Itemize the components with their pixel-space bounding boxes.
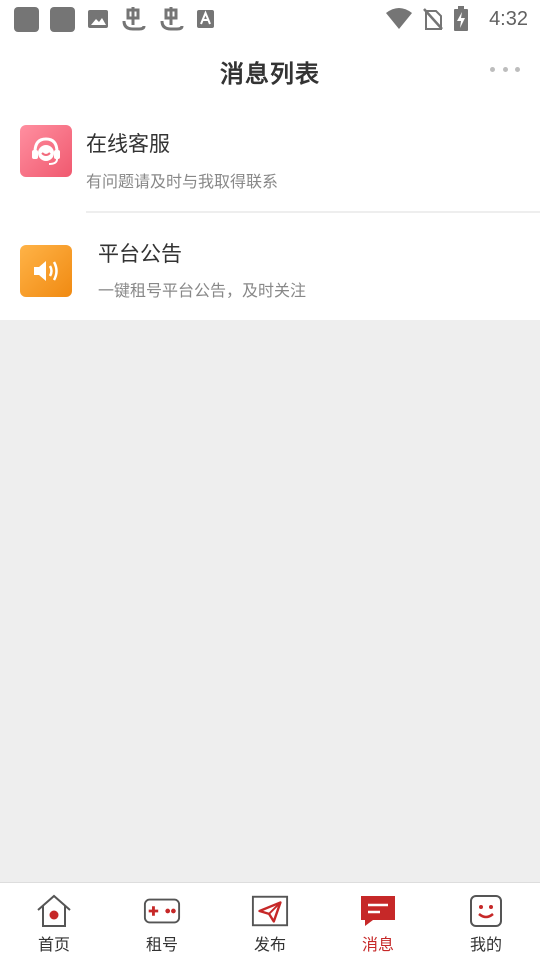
status-left-icons [14,6,226,32]
gamepad-icon [143,893,181,929]
speaker-icon [20,245,72,297]
nav-label: 首页 [37,935,70,954]
nav-label: 我的 [469,935,502,954]
home-icon [35,893,73,929]
message-icon [359,893,397,929]
bug-icon [158,6,186,32]
nav-label: 消息 [361,935,394,954]
status-time: 4:32 [489,7,528,30]
notification-square-icon [14,6,39,32]
nav-label: 发布 [253,935,286,954]
message-title: 平台公告 [98,242,182,266]
message-item-customer-service[interactable]: 在线客服 有问题请及时与我取得联系 [0,102,540,211]
nav-item-publish[interactable]: 发布 [216,883,324,960]
battery-charging-icon [453,6,469,32]
image-icon [86,7,110,31]
status-right-icons: 4:32 [385,6,528,32]
screen: 4:32 消息列表 在线客服 有问题请及时与我取得联系 平台公告 一键租号平台公… [0,0,540,960]
page-title: 消息列表 [220,60,320,88]
nav-label: 租号 [145,935,178,954]
message-subtitle: 有问题请及时与我取得联系 [86,172,279,191]
bottom-nav: 首页 租号 发布 消息 我的 [0,882,540,960]
send-icon [251,893,289,929]
nav-item-home[interactable]: 首页 [0,883,108,960]
smiley-icon [467,893,505,929]
message-item-announcement[interactable]: 平台公告 一键租号平台公告，及时关注 [0,211,540,320]
message-title: 在线客服 [86,132,170,156]
nav-item-messages[interactable]: 消息 [324,883,432,960]
bug-icon [120,6,148,32]
customer-service-icon [20,125,72,177]
header: 消息列表 [0,38,540,102]
nav-item-rent[interactable]: 租号 [108,883,216,960]
nav-item-profile[interactable]: 我的 [432,883,540,960]
status-bar: 4:32 [0,0,540,38]
no-sim-icon [423,7,443,31]
wifi-icon [385,8,413,30]
message-subtitle: 一键租号平台公告，及时关注 [98,281,307,300]
more-dots-icon[interactable] [490,62,520,76]
message-list: 在线客服 有问题请及时与我取得联系 平台公告 一键租号平台公告，及时关注 [0,102,540,320]
notification-square-icon [50,6,75,32]
font-icon [196,8,216,30]
